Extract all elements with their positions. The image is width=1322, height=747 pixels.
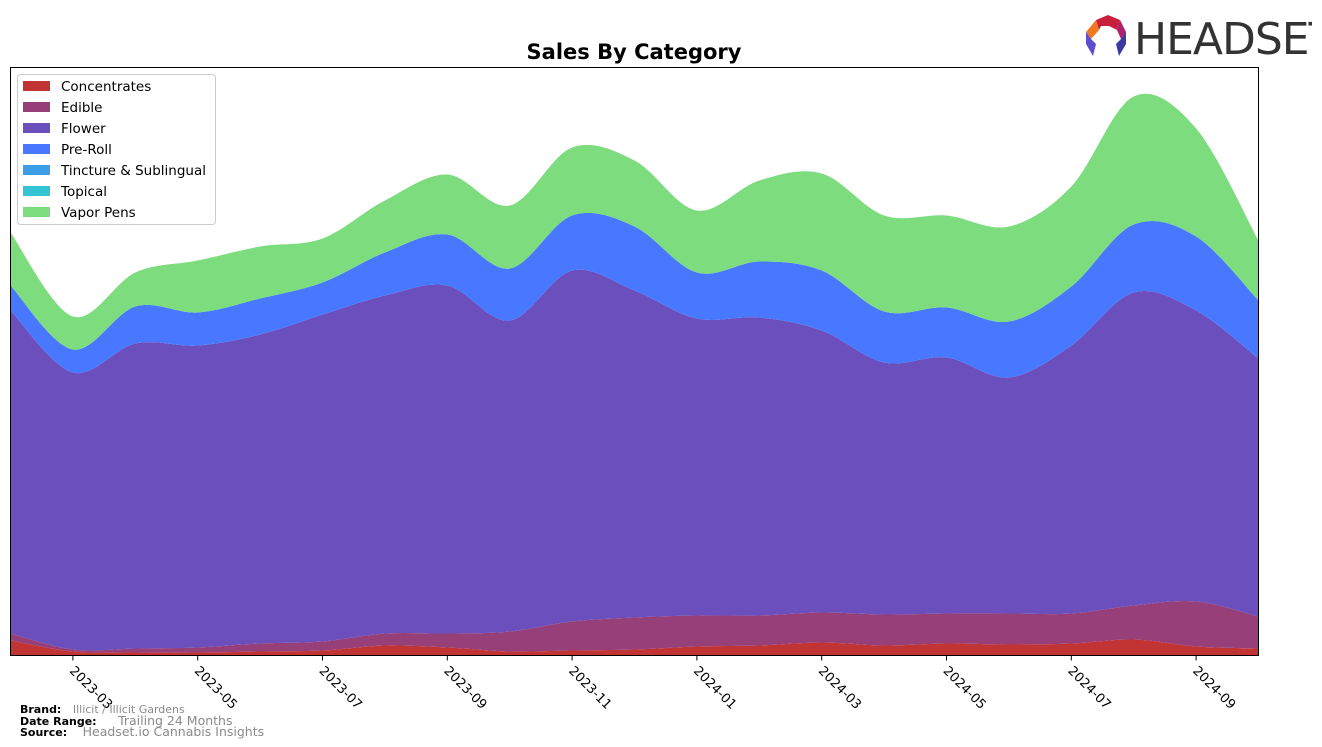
legend-label: Tincture & Sublingual	[60, 163, 206, 179]
legend-swatch	[23, 165, 50, 175]
legend-label: Pre-Roll	[61, 142, 112, 158]
legend-swatch	[23, 81, 50, 91]
logo-text: HEADSET	[1134, 14, 1312, 62]
legend-label: Edible	[61, 100, 102, 116]
legend-label: Topical	[60, 184, 107, 200]
legend-label: Flower	[61, 121, 106, 137]
legend: Concentrates Edible Flower Pre-Roll Tincture…	[17, 74, 216, 225]
x-tick-label: 2023-07	[316, 664, 365, 713]
footer-source: Source: Headset.io Cannabis Insights	[20, 724, 265, 739]
x-tick-label: 2024-01	[690, 664, 739, 713]
legend-swatch	[23, 123, 50, 133]
x-tick-label: 2023-05	[191, 664, 240, 713]
sales-by-category-chart: Sales By Category 2023-03 2023-05 2023-07 2…	[10, 40, 1259, 713]
source-value: Headset.io Cannabis Insights	[82, 724, 265, 739]
headset-logo-icon	[1086, 15, 1126, 56]
x-tick-label: 2024-07	[1064, 664, 1113, 713]
legend-label: Vapor Pens	[61, 205, 136, 221]
legend-swatch	[23, 144, 50, 154]
x-tick-label: 2023-11	[565, 664, 614, 713]
x-tick-label: 2024-05	[940, 664, 989, 713]
x-tick-label: 2024-03	[815, 664, 864, 713]
source-label: Source:	[20, 726, 68, 739]
legend-swatch	[23, 186, 50, 196]
chart-title: Sales By Category	[527, 40, 742, 64]
legend-label: Concentrates	[61, 79, 151, 95]
headset-logo: HEADSET	[1086, 14, 1312, 62]
x-tick-label: 2023-09	[440, 664, 489, 713]
legend-swatch	[23, 102, 50, 112]
legend-swatch	[23, 207, 50, 217]
x-axis: 2023-03 2023-05 2023-07 2023-09 2023-11 2024-…	[66, 655, 1238, 713]
x-tick-label: 2024-09	[1189, 664, 1238, 713]
